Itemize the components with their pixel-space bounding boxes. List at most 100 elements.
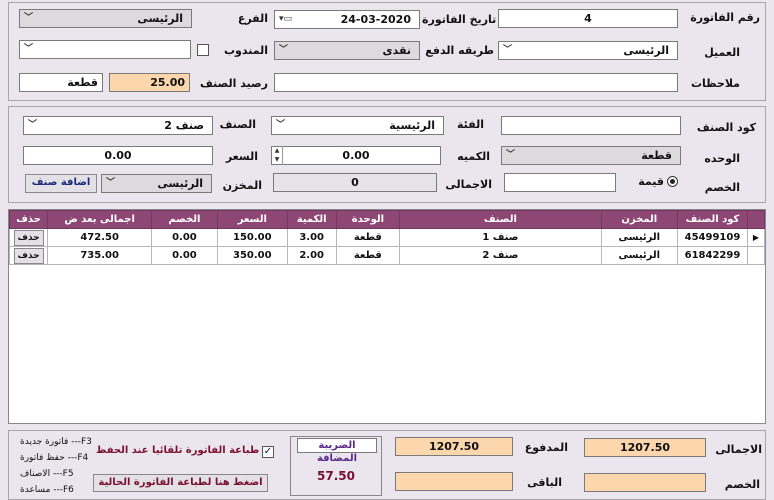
col-item-code[interactable]: كود الصنف xyxy=(676,210,748,229)
invoice-no-field[interactable]: 4 xyxy=(498,9,678,28)
qty-spin-icon[interactable]: ▲ ▼ xyxy=(272,146,283,165)
client-value: الرئيسى xyxy=(623,44,669,57)
item-label: الصنف xyxy=(219,118,256,131)
chevron-down-icon: ﹀ xyxy=(24,44,34,54)
add-item-button[interactable]: اضافة صنف xyxy=(25,174,97,193)
table-row[interactable]: حذف 472.50 0.00 150.00 3.00 قطعة صنف 1 ا… xyxy=(8,228,766,247)
rep-checkbox[interactable] xyxy=(197,44,209,56)
category-label: الفئة xyxy=(457,118,484,131)
cell-code: 61842299 xyxy=(676,246,748,265)
paid-field[interactable]: 1207.50 xyxy=(395,437,513,456)
payment-method-select[interactable]: ﹀ نقدى xyxy=(274,41,420,60)
category-value: الرئيسية xyxy=(389,119,435,132)
unit-select[interactable]: ﹀ قطعة xyxy=(501,146,681,165)
table-row[interactable]: حذف 735.00 0.00 350.00 2.00 قطعة صنف 2 ا… xyxy=(8,246,766,265)
col-discount[interactable]: الخصم xyxy=(151,210,218,229)
discount-type-label: قيمة xyxy=(638,175,664,188)
store-label: المخزن xyxy=(222,179,262,192)
footer-discount-label: الخصم xyxy=(724,478,760,491)
delete-row-button[interactable]: حذف xyxy=(13,247,44,264)
cell-code: 45499109 xyxy=(676,228,748,247)
qty-stepper[interactable]: 0.00 xyxy=(271,146,441,165)
cell-qty: 2.00 xyxy=(286,246,337,265)
cell-store: الرئيسى xyxy=(600,246,678,265)
col-indicator xyxy=(746,210,766,229)
chevron-down-icon: ﹀ xyxy=(506,150,516,160)
delete-cell: حذف xyxy=(8,228,49,247)
discount-field[interactable] xyxy=(504,173,616,192)
invoice-items-grid: حذف اجمالى بعد ض الخصم السعر الكمية الوح… xyxy=(8,209,766,424)
store-select[interactable]: ﹀ الرئيسى xyxy=(101,174,212,193)
col-store[interactable]: المخزن xyxy=(600,210,678,229)
notes-field[interactable] xyxy=(274,73,678,92)
rep-label: المندوب xyxy=(223,44,268,57)
row-indicator-empty[interactable] xyxy=(746,246,766,265)
row-indicator-icon[interactable]: ▶ xyxy=(746,228,766,247)
col-total-after-tax[interactable]: اجمالى بعد ض xyxy=(47,210,153,229)
shortcut-new-invoice: فاتورة جديدة ---F3 xyxy=(20,437,92,447)
print-invoice-button[interactable]: اضغط هنا لطباعة الفاتورة الحالية xyxy=(93,474,268,492)
branch-value: الرئيسى xyxy=(137,12,183,25)
grand-total-value: 1207.50 xyxy=(584,438,706,457)
payment-method-value: نقدى xyxy=(382,44,411,57)
store-value: الرئيسى xyxy=(157,177,203,190)
auto-print-label: طباعة الفاتورة تلقائيا عند الحفظ xyxy=(96,445,260,456)
shortcut-save-invoice: حفظ فاتورة ---F4 xyxy=(20,453,89,463)
item-select[interactable]: ﹀ صنف 2 xyxy=(23,116,213,135)
chevron-down-icon: ﹀ xyxy=(106,178,116,188)
col-qty[interactable]: الكمية xyxy=(286,210,337,229)
invoice-date-picker[interactable]: ▾▭ 24-03-2020 xyxy=(274,10,420,29)
payment-method-label: طريقه الدفع xyxy=(425,44,494,57)
notes-label: ملاحظات xyxy=(691,77,740,90)
cell-unit: قطعة xyxy=(335,246,401,265)
cell-total: 472.50 xyxy=(47,228,153,247)
qty-label: الكميه xyxy=(457,150,490,163)
category-select[interactable]: ﹀ الرئيسية xyxy=(271,116,444,135)
paid-label: المدفوع xyxy=(524,441,568,454)
client-label: العميل xyxy=(704,46,740,59)
footer-discount-field[interactable] xyxy=(584,473,706,492)
vat-box: الضريبة المضافة 57.50 xyxy=(290,436,382,496)
chevron-down-icon: ﹀ xyxy=(276,120,286,130)
discount-value-radio[interactable] xyxy=(667,176,678,187)
delete-cell: حذف xyxy=(8,246,49,265)
invoice-date-value: 24-03-2020 xyxy=(340,13,411,26)
col-unit[interactable]: الوحدة xyxy=(335,210,401,229)
branch-select[interactable]: ﹀ الرئيسى xyxy=(19,9,192,28)
delete-row-button[interactable]: حذف xyxy=(13,229,44,246)
chevron-down-icon: ﹀ xyxy=(28,120,38,130)
chevron-down-icon: ﹀ xyxy=(24,13,34,23)
grand-total-label: الاجمالى xyxy=(715,443,762,456)
col-delete[interactable]: حذف xyxy=(8,210,49,229)
chevron-down-icon: ﹀ xyxy=(503,45,513,55)
unit-value: قطعة xyxy=(641,149,672,162)
unit-label: الوحده xyxy=(704,152,740,165)
cell-discount: 0.00 xyxy=(151,246,218,265)
item-balance-label: رصيد الصنف xyxy=(200,77,268,90)
grid-header-row: حذف اجمالى بعد ض الخصم السعر الكمية الوح… xyxy=(8,210,766,229)
calendar-dropdown-icon[interactable]: ▾▭ xyxy=(279,11,292,28)
total-label: الاجمالى xyxy=(445,178,492,191)
cell-store: الرئيسى xyxy=(600,228,678,247)
shortcut-items: الاصناف ---F5 xyxy=(20,469,74,479)
cell-total: 735.00 xyxy=(47,246,153,265)
remaining-value xyxy=(395,472,513,491)
auto-print-checkbox[interactable]: ✓ xyxy=(262,446,274,458)
price-label: السعر xyxy=(225,150,258,163)
price-field[interactable]: 0.00 xyxy=(23,146,213,165)
item-balance-value: 25.00 xyxy=(109,73,190,92)
item-code-label: كود الصنف xyxy=(696,121,756,134)
cell-price: 350.00 xyxy=(216,246,288,265)
cell-qty: 3.00 xyxy=(286,228,337,247)
col-price[interactable]: السعر xyxy=(216,210,288,229)
cell-price: 150.00 xyxy=(216,228,288,247)
cell-unit: قطعة xyxy=(335,228,401,247)
col-item[interactable]: الصنف xyxy=(399,210,602,229)
item-code-field[interactable] xyxy=(501,116,681,135)
item-value: صنف 2 xyxy=(164,119,204,132)
branch-label: الفرع xyxy=(237,12,268,25)
cell-discount: 0.00 xyxy=(151,228,218,247)
rep-select[interactable]: ﹀ xyxy=(19,40,191,59)
chevron-down-icon: ﹀ xyxy=(279,45,289,55)
client-select[interactable]: ﹀ الرئيسى xyxy=(498,41,678,60)
